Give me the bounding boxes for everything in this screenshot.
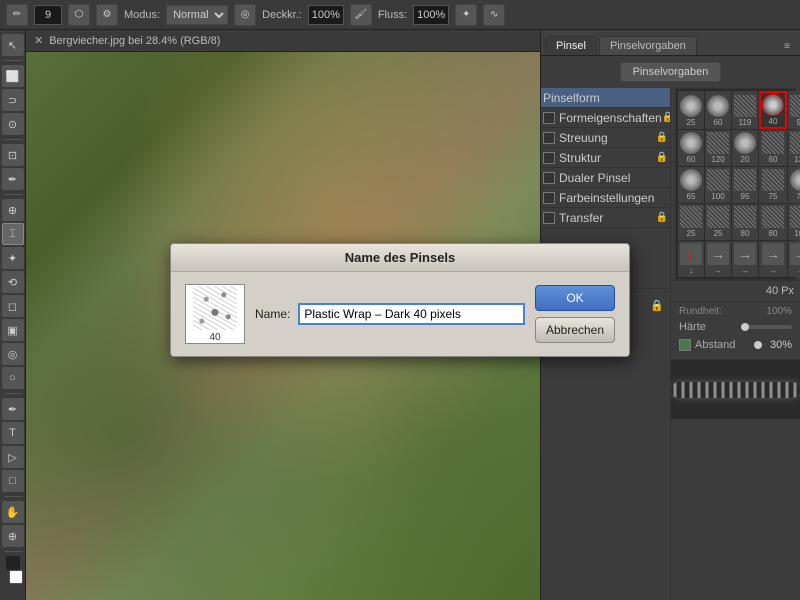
cancel-button[interactable]: Abbrechen (535, 317, 615, 343)
dialog-titlebar: Name des Pinsels (171, 244, 629, 272)
brush-name-input[interactable] (298, 303, 525, 325)
brush-thumb-size-label: 40 (209, 332, 220, 343)
brush-name-dialog: Name des Pinsels 40 Name: OK Abbrechen (170, 243, 630, 357)
ok-button[interactable]: OK (535, 285, 615, 311)
name-label: Name: (255, 307, 290, 321)
dialog-form: Name: (255, 303, 525, 325)
brush-thumbnail: 40 (185, 284, 245, 344)
brush-thumb-image (193, 286, 237, 330)
dialog-buttons: OK Abbrechen (535, 285, 615, 343)
name-form-row: Name: (255, 303, 525, 325)
dialog-body: 40 Name: OK Abbrechen (171, 272, 629, 356)
modal-overlay: Name des Pinsels 40 Name: OK Abbrechen (0, 0, 800, 600)
